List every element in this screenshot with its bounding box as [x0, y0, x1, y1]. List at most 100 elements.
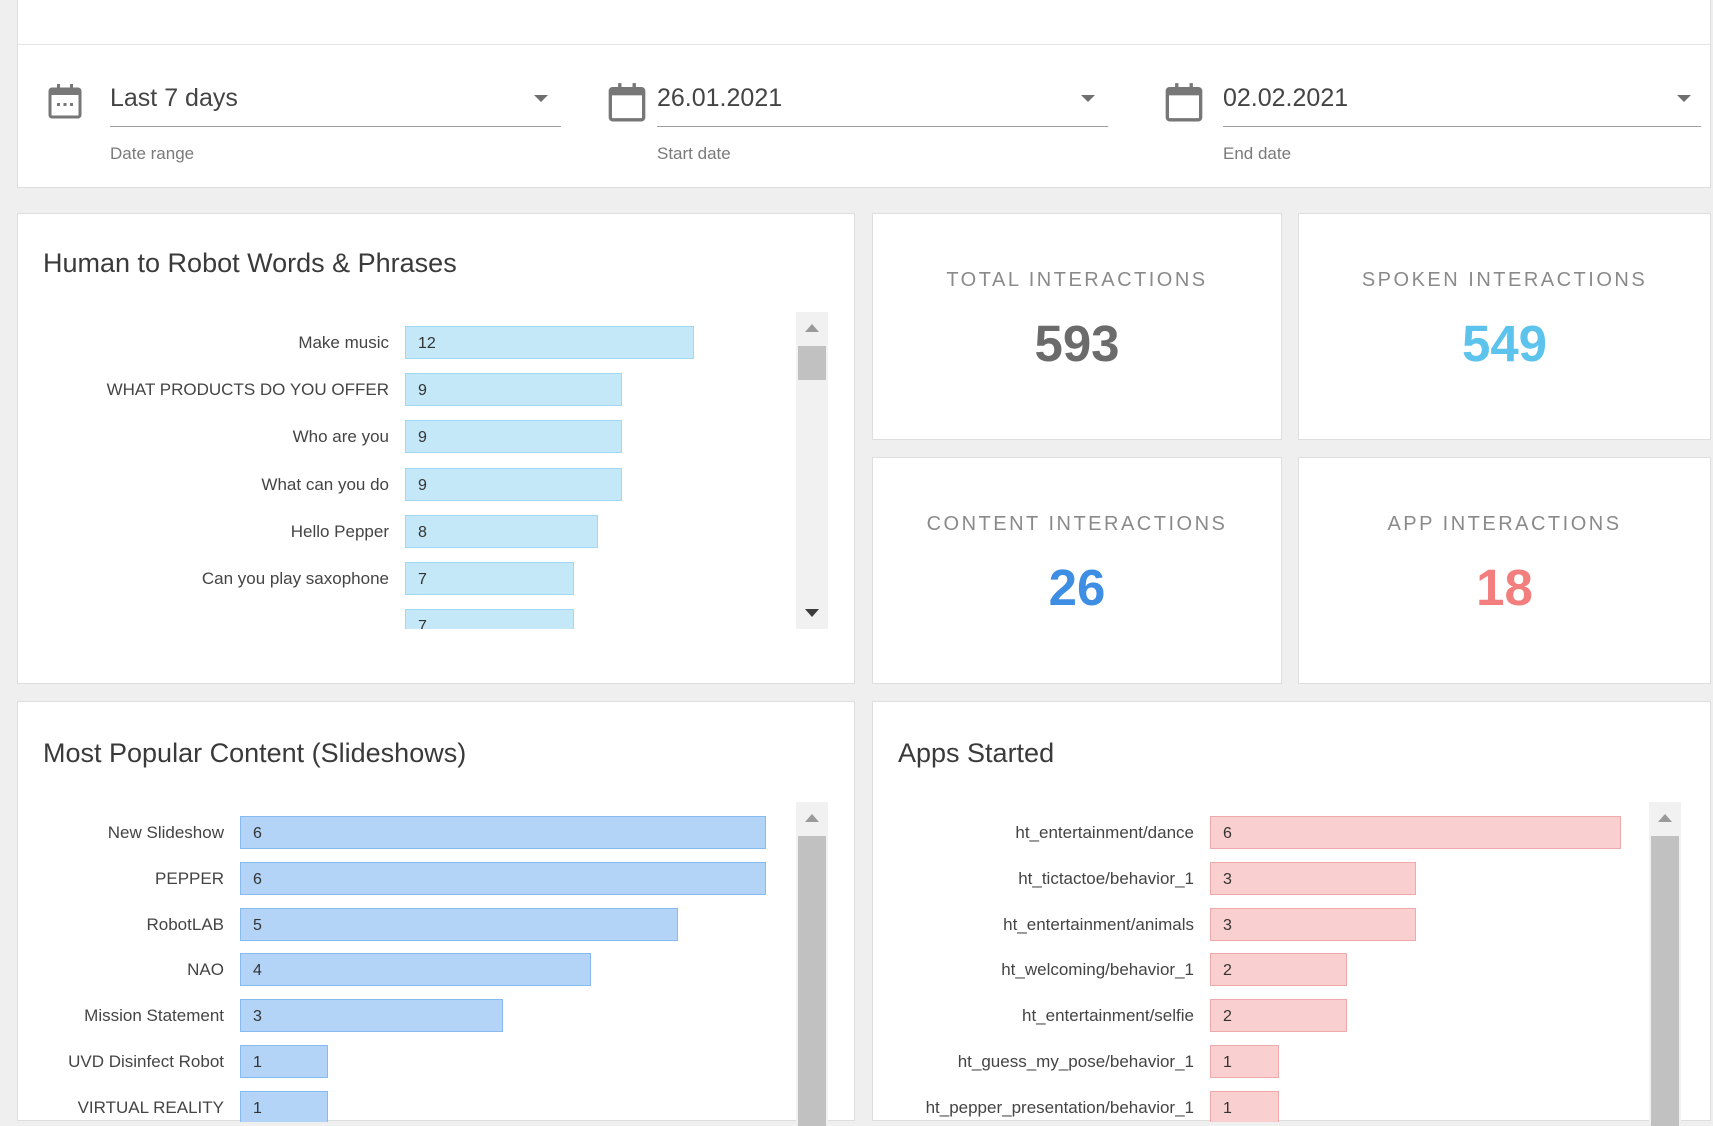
bar-row: Make music 12 [18, 326, 798, 360]
bar-row: ht_welcoming/behavior_1 2 [873, 953, 1653, 987]
bar-label: ht_welcoming/behavior_1 [1001, 960, 1194, 980]
bar-row: ht_tictactoe/behavior_1 3 [873, 861, 1653, 896]
apps-started-scrollbar[interactable] [1649, 802, 1681, 1126]
scroll-thumb[interactable] [1651, 836, 1679, 1126]
bar[interactable]: 9 [405, 467, 622, 501]
date-range-value: Last 7 days [110, 84, 238, 112]
scroll-thumb[interactable] [798, 836, 826, 1126]
start-date-label: Start date [657, 144, 731, 163]
bar-label: Make music [298, 333, 389, 352]
bar-row: VIRTUAL REALITY 1 [18, 1090, 798, 1122]
words-phrases-scrollbar[interactable] [796, 312, 828, 629]
bar[interactable]: 12 [405, 326, 694, 359]
bar[interactable]: 1 [1210, 1090, 1279, 1122]
bar-row: ht_pepper_presentation/behavior_1 1 [873, 1090, 1653, 1122]
words-phrases-title: Human to Robot Words & Phrases [43, 248, 457, 278]
bar-label: VIRTUAL REALITY [77, 1097, 224, 1117]
bar-label: ht_tictactoe/behavior_1 [1018, 868, 1194, 888]
bar-row: WHAT PRODUCTS DO YOU OFFER 9 [18, 373, 798, 407]
bar[interactable]: 7 [405, 609, 574, 629]
date-range-select[interactable]: Last 7 days Date range [18, 0, 578, 188]
bar-row: NAO 4 [18, 953, 798, 987]
bar[interactable]: 1 [240, 1090, 328, 1122]
words-phrases-card: Human to Robot Words & Phrases Make musi… [17, 213, 855, 684]
date-filter-bar: Last 7 days Date range 26.01.2021 Start … [17, 0, 1711, 188]
bar-value: 5 [253, 916, 262, 934]
bar[interactable]: 1 [240, 1045, 328, 1078]
bar-value: 2 [1223, 1008, 1232, 1026]
bar[interactable]: 1 [1210, 1045, 1279, 1078]
scroll-thumb[interactable] [798, 346, 826, 380]
start-date-select[interactable]: 26.01.2021 Start date [578, 0, 1138, 188]
bar[interactable]: 5 [240, 907, 678, 941]
content-interactions-label: CONTENT INTERACTIONS [926, 513, 1228, 535]
bar-row: RobotLAB 5 [18, 907, 798, 942]
bar-row: New Slideshow 6 [18, 816, 798, 850]
bar[interactable]: 6 [240, 861, 766, 895]
bar-row: Can you play saxophone 7 [18, 562, 798, 596]
scroll-up-icon[interactable] [1658, 814, 1672, 822]
bar[interactable]: 3 [240, 999, 503, 1033]
date-range-label: Date range [110, 144, 195, 163]
words-phrases-chart: Make music 12 WHAT PRODUCTS DO YOU OFFER 9 W… [18, 326, 798, 629]
bar-value: 8 [418, 523, 427, 541]
popular-content-scrollbar[interactable] [796, 802, 828, 1126]
bar-value: 6 [253, 870, 262, 888]
app-interactions-label: APP INTERACTIONS [1387, 513, 1622, 535]
bar[interactable]: 9 [405, 420, 622, 454]
calendar-icon [608, 83, 646, 122]
bar-row: UVD Disinfect Robot 1 [18, 1045, 798, 1079]
scroll-up-icon[interactable] [805, 814, 819, 822]
bar[interactable]: 6 [240, 816, 766, 849]
bar-value: 1 [253, 1054, 262, 1071]
bar-row: PEPPER 6 [18, 861, 798, 896]
bar-label: Can you play saxophone [201, 569, 389, 588]
bar-row: Who are you 9 [18, 420, 798, 454]
spoken-interactions-value: 549 [1461, 315, 1548, 372]
popular-content-card: Most Popular Content (Slideshows) New Sl… [17, 701, 855, 1126]
start-date-underline [657, 126, 1108, 127]
bar-row: What can you do 9 [18, 467, 798, 502]
bar-label: ht_entertainment/selfie [1022, 1006, 1194, 1026]
bar-value: 2 [1223, 962, 1232, 980]
bar-label: NAO [187, 960, 224, 980]
end-date-select[interactable]: 02.02.2021 End date [1138, 0, 1712, 188]
app-interactions-value: 18 [1476, 559, 1533, 616]
bar-value: 9 [418, 382, 427, 400]
bar-row: ht_entertainment/animals 3 [873, 907, 1653, 942]
bar-label: ht_entertainment/dance [1015, 823, 1194, 842]
bar-row: Hello Pepper 8 [18, 514, 798, 549]
bar-value: 9 [418, 429, 427, 447]
bar[interactable]: 9 [405, 373, 622, 407]
bar-value: 1 [1223, 1054, 1232, 1071]
start-date-value: 26.01.2021 [657, 84, 783, 112]
bar[interactable]: 3 [1210, 907, 1416, 941]
end-date-underline [1223, 126, 1701, 127]
bar-label: ht_entertainment/animals [1003, 914, 1194, 934]
bar-label: RobotLAB [146, 914, 225, 934]
bar-label: New Slideshow [107, 823, 224, 842]
chevron-down-icon[interactable] [1677, 95, 1691, 102]
scroll-down-icon[interactable] [805, 609, 819, 617]
total-interactions-value: 593 [1034, 315, 1120, 372]
bar[interactable]: 7 [405, 562, 574, 595]
bar-row: ht_guess_my_pose/behavior_1 1 [873, 1045, 1653, 1079]
bar-label: PEPPER [155, 868, 224, 888]
bar[interactable]: 2 [1210, 953, 1347, 987]
calendar-icon [48, 84, 82, 119]
chevron-down-icon[interactable] [1081, 95, 1095, 102]
bar-value: 3 [253, 1008, 262, 1026]
scroll-up-icon[interactable] [805, 324, 819, 332]
bar[interactable]: 8 [405, 514, 598, 548]
bar-row: ht_entertainment/selfie 2 [873, 999, 1653, 1033]
bar[interactable]: 4 [240, 953, 591, 987]
popular-content-chart: New Slideshow 6 PEPPER 6 RobotLAB 5 NAO 4 Missio… [18, 816, 798, 1122]
bar[interactable]: 2 [1210, 999, 1347, 1033]
content-interactions-value: 26 [1048, 559, 1106, 616]
chevron-down-icon[interactable] [534, 95, 548, 102]
bar-value: 4 [253, 962, 262, 980]
bar[interactable]: 6 [1210, 816, 1621, 849]
bar-label: Mission Statement [84, 1006, 224, 1026]
bar-row: Mission Statement 3 [18, 999, 798, 1033]
bar[interactable]: 3 [1210, 861, 1416, 895]
